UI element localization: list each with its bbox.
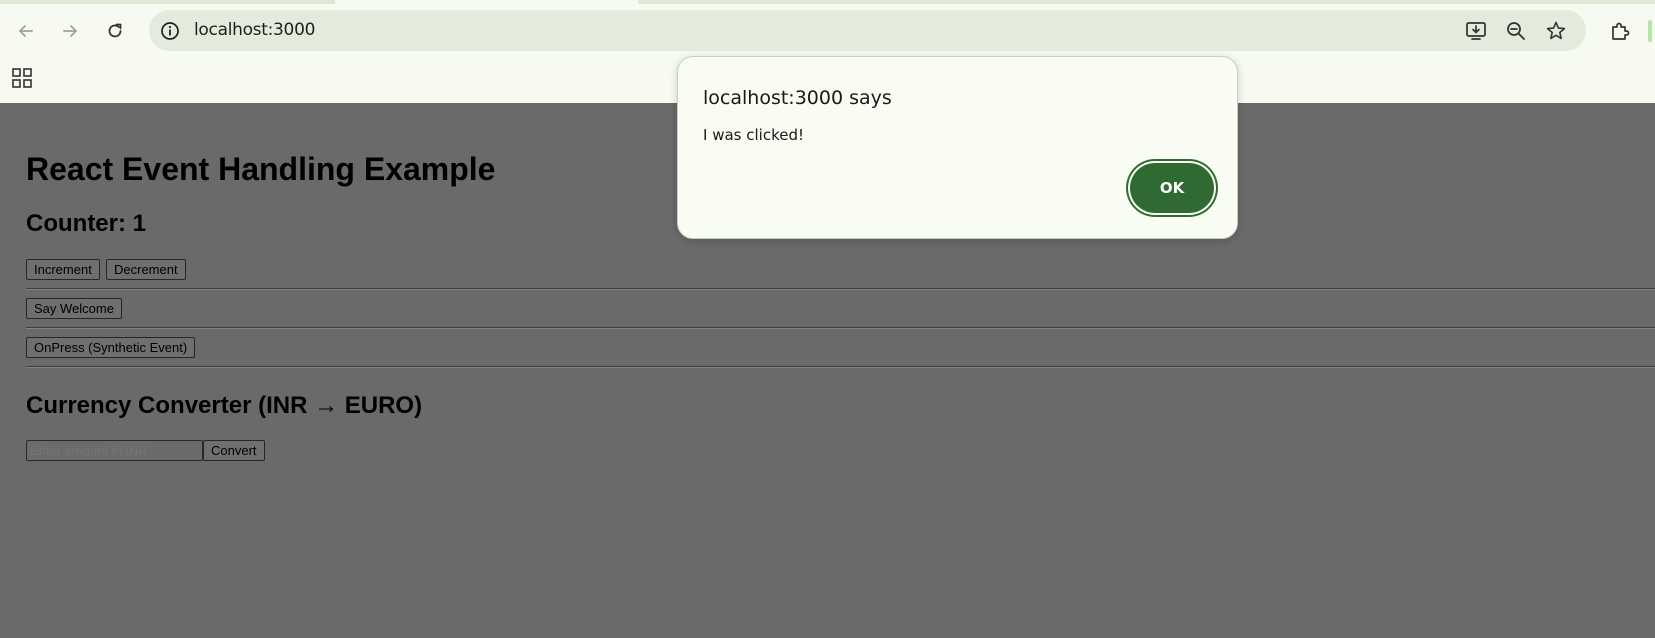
dialog-title: localhost:3000 says [703, 87, 892, 109]
convert-button[interactable]: Convert [203, 440, 265, 461]
site-info-button[interactable] [159, 20, 181, 42]
url-text[interactable]: localhost:3000 [194, 20, 315, 40]
profile-edge-indicator [1648, 20, 1652, 42]
tab-gap [335, 0, 638, 4]
address-bar[interactable]: localhost:3000 [149, 10, 1586, 51]
zoom-out-icon [1507, 22, 1525, 40]
extensions-button[interactable] [1606, 17, 1634, 45]
converter-heading: Currency Converter (INR → EURO) [26, 392, 423, 419]
apps-button[interactable] [10, 66, 34, 90]
page-title: React Event Handling Example [26, 151, 496, 187]
decrement-button[interactable]: Decrement [106, 259, 186, 280]
increment-button[interactable]: Increment [26, 259, 100, 280]
dialog-message: I was clicked! [703, 126, 804, 144]
install-app-button[interactable] [1463, 18, 1489, 44]
say-welcome-button[interactable]: Say Welcome [26, 298, 122, 319]
puzzle-icon [1612, 22, 1630, 40]
reload-icon [108, 23, 122, 38]
apps-grid-icon [12, 68, 32, 88]
tab-strip [0, 0, 1655, 4]
divider [26, 366, 1655, 368]
zoom-button[interactable] [1503, 18, 1529, 44]
forward-button[interactable] [55, 16, 85, 46]
divider [26, 327, 1655, 329]
info-icon [161, 22, 179, 40]
alert-dialog: localhost:3000 says I was clicked! OK [677, 56, 1238, 239]
back-button[interactable] [11, 16, 41, 46]
onpress-button[interactable]: OnPress (Synthetic Event) [26, 337, 196, 358]
ok-button[interactable]: OK [1130, 163, 1214, 213]
reload-button[interactable] [100, 16, 130, 46]
forward-arrow-icon [63, 25, 77, 37]
inr-amount-input[interactable] [26, 440, 203, 461]
divider [26, 288, 1655, 290]
star-icon [1546, 21, 1566, 40]
install-app-icon [1466, 22, 1486, 40]
bookmark-button[interactable] [1543, 18, 1569, 44]
back-arrow-icon [19, 25, 33, 37]
counter-heading: Counter: 1 [26, 210, 146, 237]
